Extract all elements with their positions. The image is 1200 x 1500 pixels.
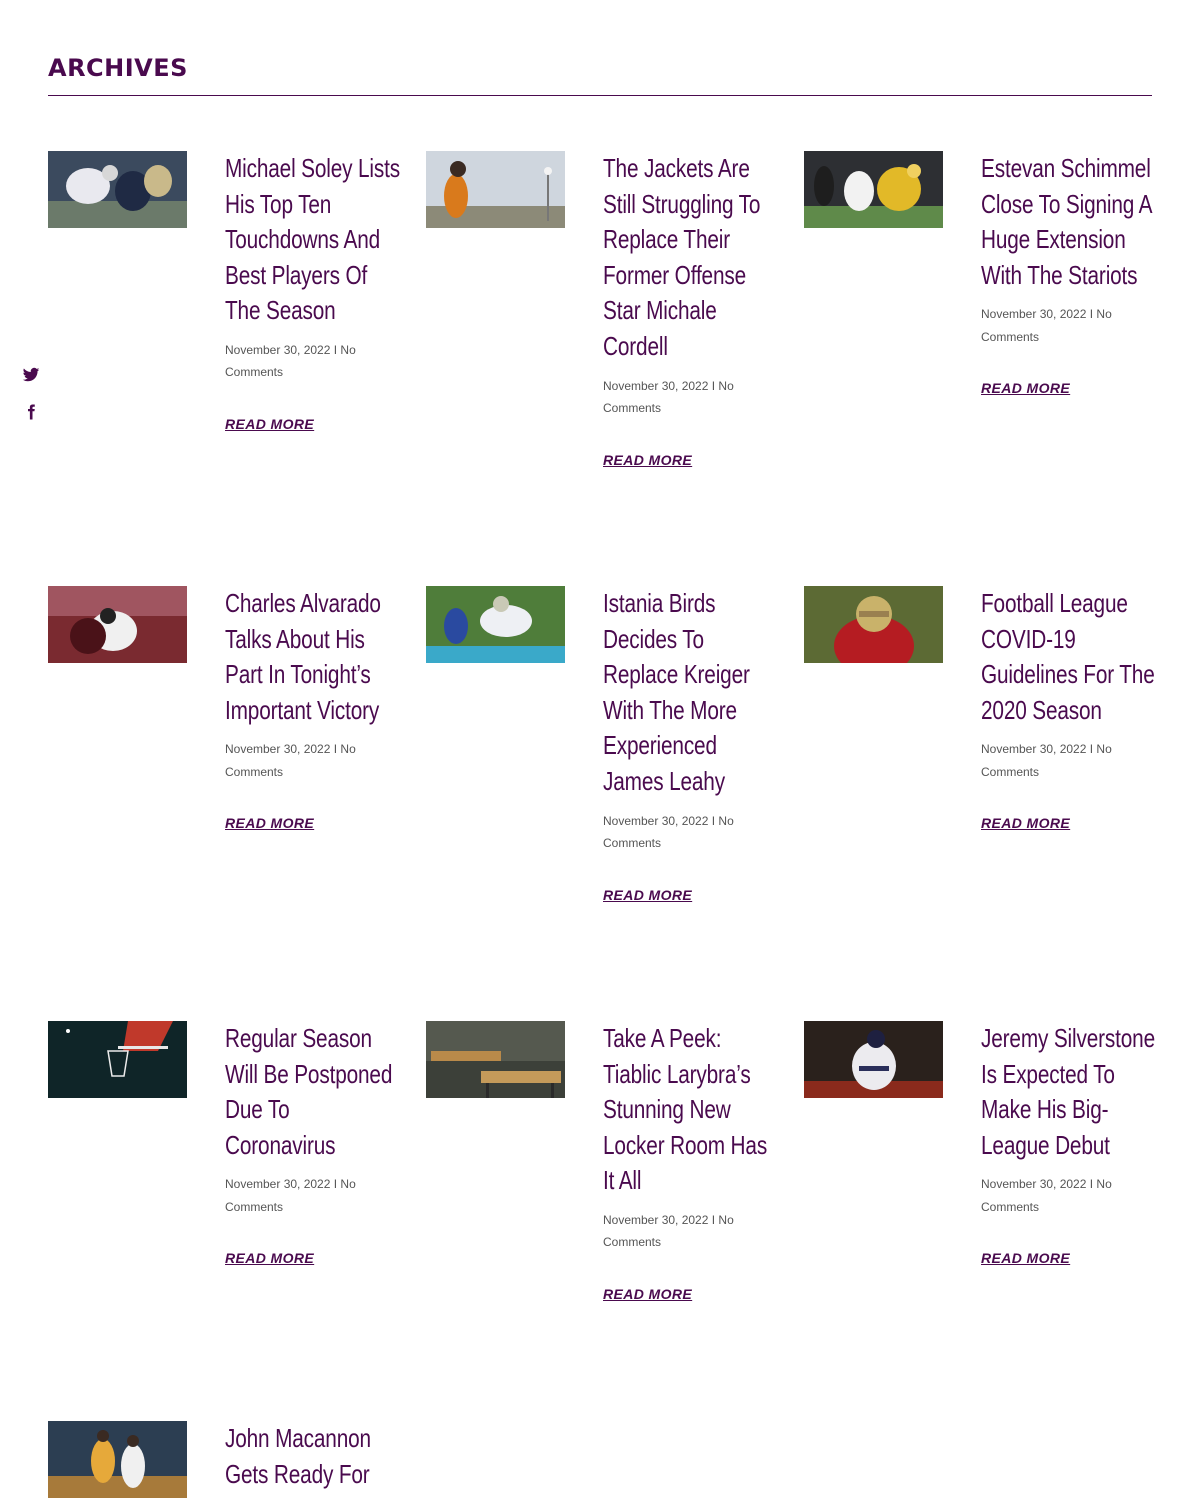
post-meta: November 30, 2022 I No Comments <box>603 813 734 851</box>
post-date: November 30, 2022 <box>225 342 331 357</box>
post-thumbnail[interactable] <box>48 1421 187 1498</box>
post-meta: November 30, 2022 I No Comments <box>981 1177 1112 1214</box>
read-more-link[interactable]: READ MORE <box>225 1250 314 1266</box>
post-title[interactable]: Take A Peek: Tiablic Larybra’s Stunning … <box>603 1021 781 1199</box>
post-thumbnail[interactable] <box>804 151 943 228</box>
read-more-link[interactable]: READ MORE <box>603 452 692 468</box>
post-title[interactable]: The Jackets Are Still Struggling To Repl… <box>603 151 781 365</box>
post-date: November 30, 2022 <box>981 742 1087 757</box>
post-title[interactable]: Jeremy Silverstone Is Expected To Make H… <box>981 1021 1159 1163</box>
post-thumbnail[interactable] <box>48 586 187 663</box>
twitter-icon[interactable] <box>22 366 40 384</box>
read-more-link[interactable]: READ MORE <box>603 1286 692 1302</box>
post-date: November 30, 2022 <box>225 742 331 757</box>
post-meta: November 30, 2022 I No Comments <box>603 378 734 416</box>
post-date: November 30, 2022 <box>603 813 709 828</box>
post-thumbnail[interactable] <box>426 586 565 663</box>
post-date: November 30, 2022 <box>603 378 709 393</box>
read-more-link[interactable]: READ MORE <box>981 815 1070 831</box>
read-more-link[interactable]: READ MORE <box>225 815 314 831</box>
post-meta: November 30, 2022 I No Comments <box>603 1212 734 1250</box>
facebook-icon[interactable] <box>22 403 40 421</box>
post-title[interactable]: Michael Soley Lists His Top Ten Touchdow… <box>225 151 403 329</box>
read-more-link[interactable]: READ MORE <box>981 380 1070 396</box>
post-meta: November 30, 2022 I No Comments <box>225 1177 356 1214</box>
page-title: ARCHIVES <box>48 54 188 82</box>
post-date: November 30, 2022 <box>981 1177 1087 1192</box>
post-meta: November 30, 2022 I No Comments <box>225 742 356 779</box>
read-more-link[interactable]: READ MORE <box>225 416 314 432</box>
title-divider <box>48 95 1152 96</box>
post-title[interactable]: Istania Birds Decides To Replace Kreiger… <box>603 586 781 800</box>
post-thumbnail[interactable] <box>804 1021 943 1098</box>
post-thumbnail[interactable] <box>48 151 187 228</box>
post-date: November 30, 2022 <box>225 1177 331 1192</box>
post-thumbnail[interactable] <box>426 1021 565 1098</box>
post-meta: November 30, 2022 I No Comments <box>981 742 1112 779</box>
post-thumbnail[interactable] <box>48 1021 187 1098</box>
post-thumbnail[interactable] <box>804 586 943 663</box>
post-title[interactable]: Regular Season Will Be Postponed Due To … <box>225 1021 403 1163</box>
post-title[interactable]: Charles Alvarado Talks About His Part In… <box>225 586 403 728</box>
post-title[interactable]: Estevan Schimmel Close To Signing A Huge… <box>981 151 1159 293</box>
read-more-link[interactable]: READ MORE <box>603 887 692 903</box>
post-meta: November 30, 2022 I No Comments <box>225 342 356 380</box>
post-date: November 30, 2022 <box>981 307 1087 322</box>
post-title[interactable]: Football League COVID-19 Guidelines For … <box>981 586 1159 728</box>
post-meta: November 30, 2022 I No Comments <box>981 307 1112 344</box>
read-more-link[interactable]: READ MORE <box>981 1250 1070 1266</box>
post-date: November 30, 2022 <box>603 1212 709 1227</box>
post-title[interactable]: John Macannon Gets Ready For <box>225 1421 403 1492</box>
post-thumbnail[interactable] <box>426 151 565 228</box>
